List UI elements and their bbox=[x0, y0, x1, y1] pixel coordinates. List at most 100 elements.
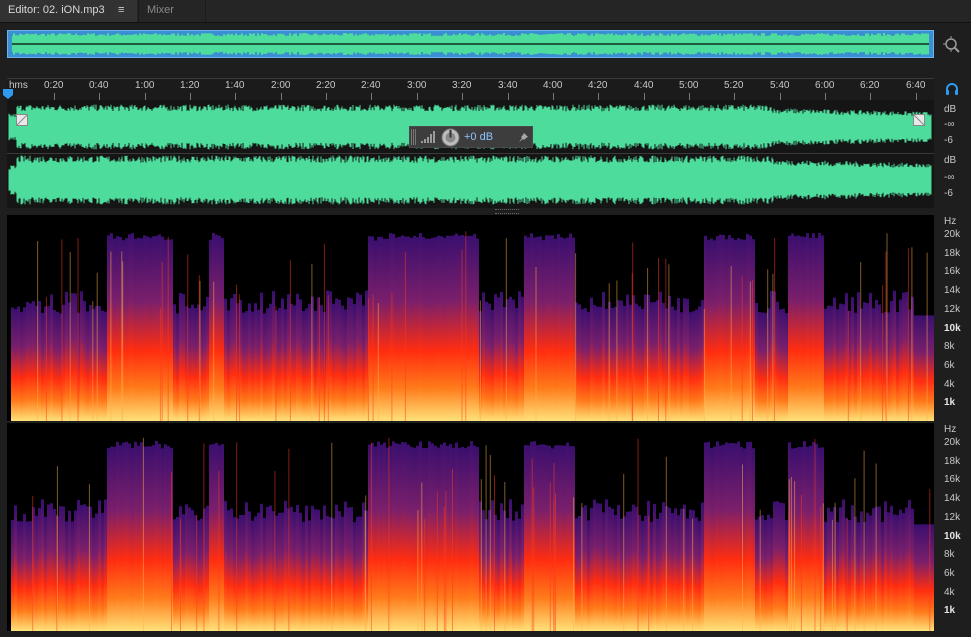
spectral-column bbox=[215, 234, 218, 421]
spectral-column bbox=[746, 234, 749, 421]
spectral-column bbox=[392, 441, 395, 631]
db-minus-six: -6 bbox=[944, 135, 953, 146]
spectral-column bbox=[197, 520, 200, 631]
spectral-column bbox=[407, 444, 410, 631]
spectral-column bbox=[563, 238, 566, 421]
db-minus-infinity: -∞ bbox=[944, 119, 955, 130]
spectral-column bbox=[308, 520, 311, 631]
spectral-column bbox=[44, 516, 47, 631]
ruler-tick-label: 4:00 bbox=[543, 80, 563, 91]
spectral-column bbox=[26, 521, 29, 631]
spectral-column bbox=[278, 512, 281, 631]
fade-in-handle[interactable] bbox=[16, 114, 28, 126]
spectral-column bbox=[854, 312, 857, 421]
headphones-icon[interactable] bbox=[944, 81, 960, 97]
spectral-column bbox=[512, 520, 515, 631]
hamburger-icon[interactable]: ≡ bbox=[118, 0, 124, 20]
spectral-column bbox=[809, 445, 812, 631]
spectral-column bbox=[506, 518, 509, 631]
spectral-column bbox=[239, 515, 242, 631]
spectral-column bbox=[146, 236, 149, 421]
overview-navigator[interactable] bbox=[7, 30, 934, 58]
spectral-column bbox=[227, 510, 230, 631]
spectral-column bbox=[488, 303, 491, 421]
playhead-handle[interactable] bbox=[3, 89, 13, 99]
spectral-column bbox=[812, 233, 815, 421]
spectral-column bbox=[563, 445, 566, 631]
spectral-column bbox=[368, 444, 371, 631]
spectral-column bbox=[350, 298, 353, 421]
spectral-column bbox=[137, 237, 140, 421]
pin-icon[interactable] bbox=[518, 132, 529, 143]
frequency-label: 14k bbox=[944, 285, 961, 296]
spectral-column bbox=[86, 506, 89, 631]
tab-mixer-label: Mixer bbox=[147, 4, 174, 16]
spectral-column bbox=[419, 232, 422, 421]
spectral-column bbox=[155, 235, 158, 421]
spectral-column bbox=[671, 513, 674, 631]
spectral-column bbox=[62, 304, 65, 421]
spectral-column bbox=[383, 238, 386, 421]
spectral-column bbox=[365, 290, 368, 421]
spectral-column bbox=[866, 512, 869, 631]
panel-split-handle[interactable] bbox=[495, 209, 519, 214]
spectral-column bbox=[797, 235, 800, 421]
spectral-column bbox=[863, 302, 866, 421]
volume-hud[interactable]: +0 dB bbox=[409, 126, 533, 148]
ruler-tick bbox=[417, 93, 418, 100]
ruler-tick bbox=[235, 93, 236, 100]
spectral-column bbox=[14, 309, 17, 421]
frequency-label: 20k bbox=[944, 229, 961, 240]
spectral-column bbox=[725, 442, 728, 631]
spectral-column bbox=[113, 446, 116, 631]
spectral-column bbox=[512, 299, 515, 421]
spectral-column bbox=[341, 516, 344, 631]
spectral-column bbox=[521, 504, 524, 631]
volume-knob-icon[interactable] bbox=[441, 128, 460, 147]
spectral-column bbox=[302, 311, 305, 421]
frequency-label: 10k bbox=[944, 531, 961, 542]
spectral-column bbox=[107, 235, 110, 421]
spectral-column bbox=[701, 300, 704, 421]
spectral-column bbox=[128, 234, 131, 421]
spectral-column bbox=[770, 517, 773, 631]
waveform-display[interactable] bbox=[7, 100, 934, 208]
spectral-column bbox=[698, 520, 701, 631]
spectral-column bbox=[614, 515, 617, 631]
spectral-column bbox=[776, 501, 779, 631]
spectral-column bbox=[164, 239, 167, 421]
spectral-column bbox=[758, 312, 761, 421]
spectral-column bbox=[212, 444, 215, 631]
tab-mixer[interactable]: Mixer bbox=[138, 0, 206, 22]
spectral-column bbox=[728, 443, 731, 631]
spectral-column bbox=[413, 447, 416, 631]
spectral-column bbox=[338, 299, 341, 421]
spectral-column bbox=[380, 444, 383, 631]
spectral-column bbox=[257, 309, 260, 421]
spectral-column bbox=[374, 446, 377, 631]
tab-editor[interactable]: Editor: 02. iON.mp3 bbox=[0, 0, 137, 22]
zoom-navigator-icon[interactable] bbox=[942, 35, 962, 55]
spectral-column bbox=[317, 509, 320, 631]
spectral-column bbox=[851, 297, 854, 421]
spectral-column bbox=[401, 235, 404, 421]
spectral-column bbox=[335, 504, 338, 631]
spectral-display-right[interactable] bbox=[7, 423, 935, 631]
spectral-column bbox=[425, 238, 428, 421]
fade-out-handle[interactable] bbox=[913, 114, 925, 126]
spectral-column bbox=[320, 519, 323, 631]
spectral-column bbox=[602, 512, 605, 631]
volume-value[interactable]: +0 dB bbox=[464, 131, 493, 143]
spectral-column bbox=[830, 306, 833, 421]
channel-divider bbox=[7, 153, 934, 154]
spectral-column bbox=[137, 445, 140, 631]
spectral-column bbox=[233, 294, 236, 421]
ruler-tick bbox=[689, 93, 690, 100]
grip-icon[interactable] bbox=[410, 127, 417, 147]
spectral-column bbox=[356, 292, 359, 421]
spectral-column bbox=[896, 515, 899, 631]
ruler-tick-label: 5:20 bbox=[724, 80, 744, 91]
spectral-display-left[interactable] bbox=[7, 215, 935, 421]
spectral-column bbox=[119, 445, 122, 631]
spectral-column bbox=[455, 233, 458, 421]
